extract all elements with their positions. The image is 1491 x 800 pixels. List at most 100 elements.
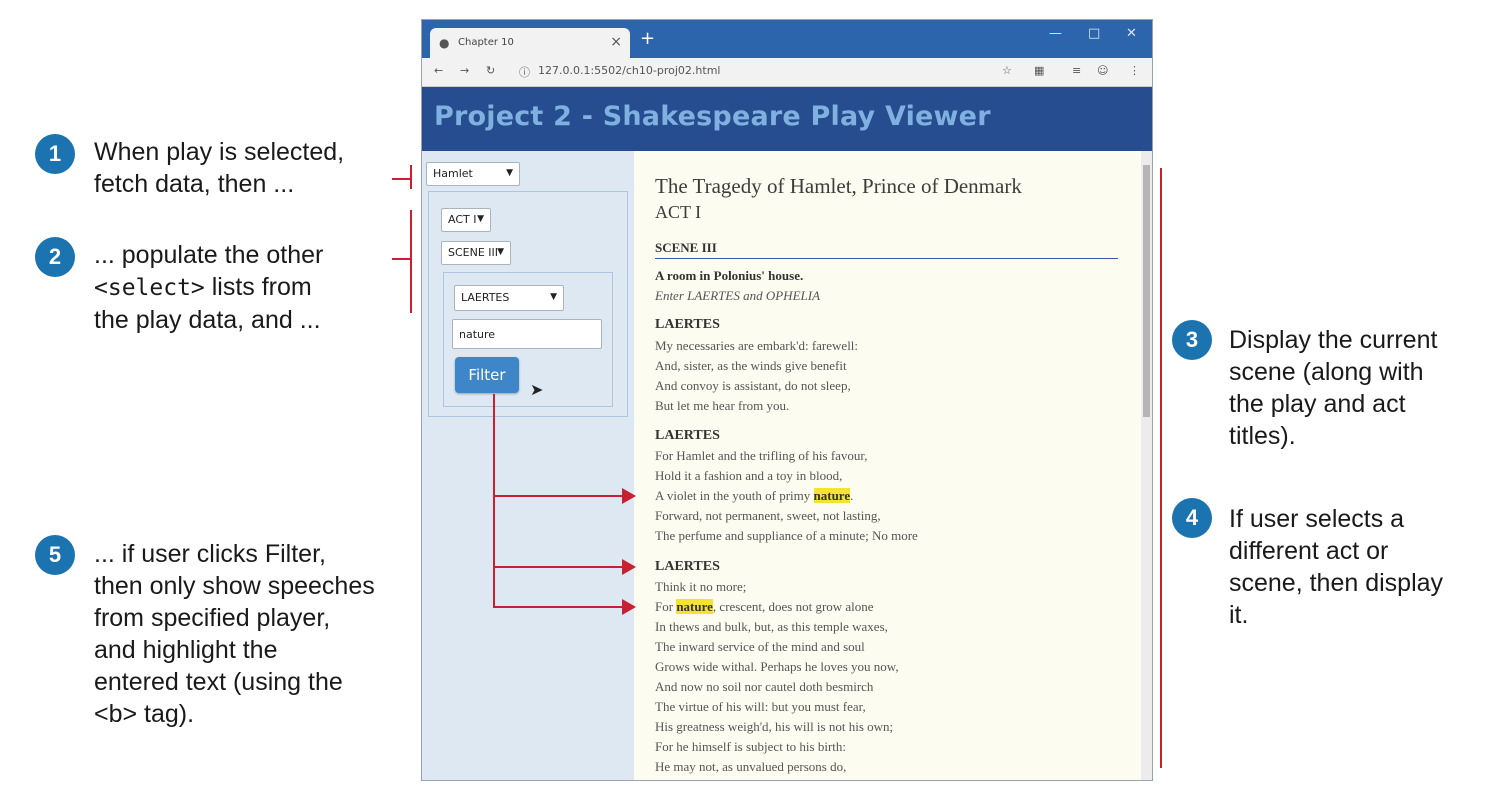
scene-title: SCENE III <box>655 240 1118 259</box>
select-tag-code: <select> <box>94 275 205 301</box>
act-title: ACT I <box>655 202 702 222</box>
chevron-down-icon: ▼ <box>497 247 504 257</box>
callout-3-text: Display the current scene (along with th… <box>1229 324 1437 452</box>
callout-4-line: different act or <box>1229 537 1389 565</box>
browser-tab[interactable]: ● Chapter 10 × <box>430 28 630 58</box>
page-header: Project 2 - Shakespeare Play Viewer <box>422 87 1152 151</box>
tab-title: Chapter 10 <box>458 37 514 48</box>
info-icon[interactable]: ⓘ <box>519 64 530 80</box>
minimize-icon[interactable]: — <box>1049 26 1062 41</box>
speech-line: Hold it a fashion and a toy in blood, <box>655 468 843 483</box>
player-select-value: LAERTES <box>461 291 510 304</box>
filter-text-input[interactable]: nature <box>452 319 602 349</box>
speech-text: A violet in the youth of primy <box>655 488 814 503</box>
callout-4-line: scene, then display <box>1229 569 1444 597</box>
back-icon[interactable]: ← <box>434 64 443 77</box>
stage-direction: Enter LAERTES and OPHELIA <box>655 288 821 303</box>
speech-line: For Hamlet and the trifling of his favou… <box>655 448 868 463</box>
chevron-down-icon: ▼ <box>550 292 557 302</box>
callout-1-text: When play is selected, fetch data, then … <box>94 136 344 200</box>
close-tab-icon[interactable]: × <box>610 34 622 50</box>
callout-5-line: <b> tag). <box>94 700 195 728</box>
callout-3-line: titles). <box>1229 422 1296 450</box>
play-select[interactable]: Hamlet ▼ <box>426 162 520 186</box>
menu-icon[interactable]: ⋮ <box>1129 64 1140 77</box>
scene-select-value: SCENE III <box>448 246 499 259</box>
callout-2-line: <select> lists from <box>94 271 323 304</box>
speech-line: He may not, as unvalued persons do, <box>655 759 847 774</box>
arrow-3-icon <box>622 599 636 615</box>
connector-3-4-vertical <box>1160 168 1162 768</box>
callout-5-line: then only show speeches <box>94 572 375 600</box>
highlighted-word: nature <box>676 599 713 614</box>
callout-5-line: entered text (using the <box>94 668 343 696</box>
arrow-1-icon <box>622 488 636 504</box>
reload-icon[interactable]: ↻ <box>486 64 495 77</box>
page-title: Project 2 - Shakespeare Play Viewer <box>434 101 991 132</box>
extensions-icon[interactable]: ▦ <box>1034 64 1044 77</box>
browser-window: ● Chapter 10 × + — □ ✕ ← → ↻ ⓘ 127.0.0.1… <box>422 20 1152 780</box>
speech-line: The perfume and suppliance of a minute; … <box>655 528 918 543</box>
speaker-name: LAERTES <box>655 317 720 332</box>
callout-1-line: fetch data, then ... <box>94 170 295 198</box>
step-5-badge: 5 <box>35 535 75 575</box>
callout-2-text: ... populate the other <select> lists fr… <box>94 239 323 336</box>
scene-select[interactable]: SCENE III ▼ <box>441 241 511 265</box>
bookmark-star-icon[interactable]: ☆ <box>1002 64 1012 77</box>
reading-list-icon[interactable]: ≡ <box>1072 64 1081 77</box>
speech-text: , crescent, does not grow alone <box>712 599 874 614</box>
callout-2-line: the play data, and ... <box>94 306 321 334</box>
globe-icon: ● <box>439 36 450 50</box>
speech-line: Think it no more; <box>655 579 747 594</box>
act-select[interactable]: ACT I ▼ <box>441 208 491 232</box>
speech-line: And, sister, as the winds give benefit <box>655 358 847 373</box>
play-title: The Tragedy of Hamlet, Prince of Denmark <box>655 174 1022 198</box>
maximize-icon[interactable]: □ <box>1088 26 1100 41</box>
speech-line: For nature, crescent, does not grow alon… <box>655 599 874 615</box>
callout-5-line: and highlight the <box>94 636 278 664</box>
close-window-icon[interactable]: ✕ <box>1126 26 1137 41</box>
callout-3-line: scene (along with <box>1229 358 1424 386</box>
browser-titlebar: ● Chapter 10 × + — □ ✕ <box>422 20 1152 58</box>
mouse-cursor-icon: ➤ <box>530 380 544 399</box>
connector-5-branch-2 <box>493 566 623 568</box>
callout-2-line-rest: lists from <box>204 273 312 301</box>
scrollbar-thumb[interactable] <box>1143 165 1150 417</box>
connector-2-vertical <box>410 210 412 313</box>
callout-5-line: from specified player, <box>94 604 331 632</box>
connector-1-horizontal <box>392 178 412 180</box>
play-content: The Tragedy of Hamlet, Prince of Denmark… <box>634 151 1141 780</box>
speech-line: In thews and bulk, but, as this temple w… <box>655 619 888 634</box>
url-text[interactable]: 127.0.0.1:5502/ch10-proj02.html <box>538 64 720 77</box>
callout-2-line: ... populate the other <box>94 241 324 269</box>
filter-button[interactable]: Filter <box>455 357 519 393</box>
arrow-2-icon <box>622 559 636 575</box>
controls-sidebar: Hamlet ▼ ACT I ▼ SCENE III ▼ LAERTES ▼ n… <box>422 151 634 780</box>
speech-line: Forward, not permanent, sweet, not lasti… <box>655 508 881 523</box>
connector-1-vertical <box>410 165 412 189</box>
filter-text-value: nature <box>459 328 496 341</box>
callout-4-line: If user selects a <box>1229 505 1405 533</box>
connector-5-vertical <box>493 394 495 608</box>
forward-icon[interactable]: → <box>460 64 469 77</box>
speech-text: . <box>850 488 854 503</box>
speech-line: My necessaries are embark'd: farewell: <box>655 338 859 353</box>
scene-description: A room in Polonius' house. <box>655 268 804 283</box>
new-tab-icon[interactable]: + <box>640 28 655 49</box>
player-select[interactable]: LAERTES ▼ <box>454 285 564 311</box>
speech-line: The virtue of his will: but you must fea… <box>655 699 866 714</box>
content-scrollbar[interactable] <box>1141 151 1152 780</box>
speaker-name: LAERTES <box>655 428 720 443</box>
chevron-down-icon: ▼ <box>477 214 484 224</box>
speaker-name: LAERTES <box>655 559 720 574</box>
speech-line: But let me hear from you. <box>655 398 790 413</box>
chevron-down-icon: ▼ <box>506 168 513 178</box>
speech-line: The inward service of the mind and soul <box>655 639 865 654</box>
speech-line: And now no soil nor cautel doth besmirch <box>655 679 874 694</box>
profile-icon[interactable]: ☺ <box>1097 64 1108 77</box>
speech-line: His greatness weigh'd, his will is not h… <box>655 719 894 734</box>
step-1-badge: 1 <box>35 134 75 174</box>
speech-line: And convoy is assistant, do not sleep, <box>655 378 851 393</box>
speech-line: Grows wide withal. Perhaps he loves you … <box>655 659 899 674</box>
callout-3-line: the play and act <box>1229 390 1406 418</box>
